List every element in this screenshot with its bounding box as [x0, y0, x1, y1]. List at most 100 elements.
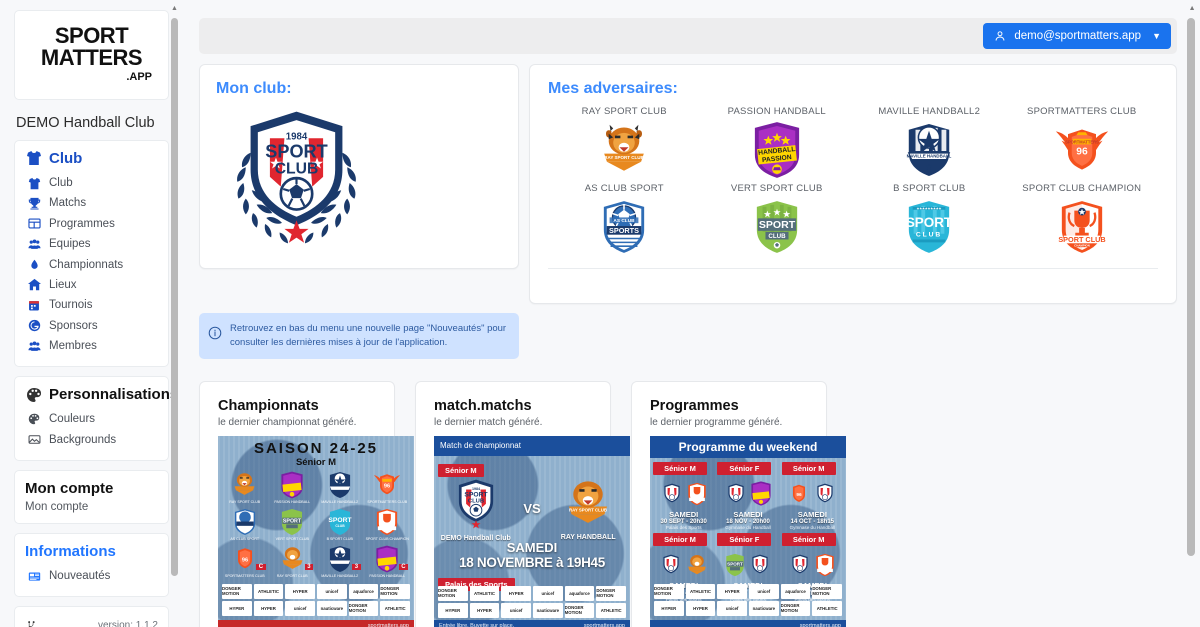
sponsor-logo: DONGER MOTION: [812, 583, 842, 599]
sponsor-logo: nauticware: [748, 600, 779, 616]
programme-game-logos: SPORT: [717, 548, 778, 582]
opponent-item[interactable]: SPORT CLUB CHAMPION SPORT CLUB CHAMPION: [1006, 183, 1159, 258]
sidebar-section-club: Club Club Matchs Programmes Equipes Cham…: [14, 139, 169, 368]
opponent-item[interactable]: RAY SPORT CLUB RAY SPORT CLUB: [548, 106, 701, 181]
sidebar-item-label: Club: [49, 177, 73, 190]
opponent-item[interactable]: VERT SPORT CLUB SPORT CLUB: [701, 183, 854, 258]
svg-text:CLUB: CLUB: [768, 233, 786, 240]
championnat-team-badge: 3: [352, 563, 361, 570]
sidebar-item-label: Tournois: [49, 299, 93, 312]
sidebar-item-matchs[interactable]: Matchs: [25, 193, 158, 213]
user-account-label: demo@sportmatters.app: [1014, 30, 1142, 42]
svg-text:96: 96: [242, 557, 248, 563]
sponsor-logo: HYPER: [222, 600, 252, 616]
sponsor-logo: ATHLETIC: [685, 583, 716, 599]
championnat-team: MAVILLE HANDBALL2: [316, 470, 364, 504]
main-scrollbar[interactable]: [1187, 18, 1195, 556]
sponsor-logo: DONGER MOTION: [380, 583, 410, 599]
opponent-name: PASSION HANDBALL: [727, 106, 826, 117]
sidebar-item-label: Couleurs: [49, 413, 96, 426]
info-alert: Retrouvez en bas du menu une nouvelle pa…: [199, 313, 519, 359]
opponent-item[interactable]: PASSION HANDBALL HANDBALL PASSION: [701, 106, 854, 181]
championnat-team-name: VERT SPORT CLUB: [275, 536, 309, 541]
sidebar-section-title-informations: Informations: [25, 543, 158, 560]
sidebar-item-label: Lieux: [49, 278, 77, 291]
sidebar-item-club[interactable]: Club: [25, 173, 158, 193]
app-logo-line3: .APP: [126, 70, 152, 83]
people-icon: [27, 237, 41, 251]
championnat-poster[interactable]: SAISON 24-25 Sénior M RAY SPORT CLUB PAS…: [218, 435, 414, 627]
sport-club-crest-icon: [817, 483, 833, 502]
chevron-down-icon: ▼: [1152, 31, 1161, 41]
opponents-grid: RAY SPORT CLUB RAY SPORT CLUB PASSION HA…: [548, 106, 1158, 258]
tiger-crest-icon: [687, 555, 706, 575]
sport-club-crest-icon: 1984 SPORT CLUB: [237, 111, 356, 244]
programme-game-venue: Gymnase du Handball: [725, 525, 771, 531]
green-sport-shield-icon: SPORT CLUB: [701, 196, 854, 258]
sponsor-grid: DONGER MOTION ATHLETIC HYPER unicef aqua…: [222, 583, 410, 616]
sponsor-logo: HYPER: [438, 602, 468, 618]
main-scroll-up-arrow[interactable]: ▲: [1189, 5, 1196, 12]
opponent-item[interactable]: B SPORT CLUB ★★★★★★★★★ SPORT CLUB: [853, 183, 1006, 258]
poster-footer-right: sportmatters.app: [583, 622, 625, 627]
sidebar-item-label: Equipes: [49, 238, 91, 251]
svg-text:SPORT: SPORT: [464, 491, 488, 498]
sidebar-item-membres[interactable]: Membres: [25, 336, 158, 356]
app-logo[interactable]: SPORT MATTERS .APP: [14, 10, 169, 100]
sidebar: SPORT MATTERS .APP DEMO Handball Club Cl…: [0, 0, 181, 627]
championnat-team-badge: 3: [304, 563, 313, 570]
table-icon: [27, 217, 41, 231]
trophy-icon: [27, 196, 41, 210]
sponsor-logo: aquaforce: [564, 585, 595, 601]
championnat-team-name: MAVILLE HANDBALL2: [321, 573, 359, 578]
svg-text:CHAMPION: CHAMPION: [1074, 244, 1090, 248]
sidebar-item-tournois[interactable]: Tournois: [25, 295, 158, 315]
people-icon: [27, 339, 41, 353]
sidebar-item-sponsors[interactable]: Sponsors: [25, 316, 158, 336]
sidebar-item-label: Matchs: [49, 197, 87, 210]
sidebar-section-title-mon-compte: Mon compte: [25, 480, 114, 497]
programme-game: Sénior F SAMEDI 18 NOV - 20h00 Gymnase d…: [717, 461, 778, 531]
user-account-button[interactable]: demo@sportmatters.app ▼: [983, 23, 1171, 49]
match-poster[interactable]: Match de championnat Sénior M 1984 SPORT…: [434, 435, 630, 627]
poster-footer-left: Entrée libre. Buvette sur place.: [439, 622, 515, 627]
sidebar-item-mon-compte[interactable]: Mon compte: [25, 501, 158, 513]
sidebar-item-championnats[interactable]: Championnats: [25, 254, 158, 274]
svg-text:CLUB: CLUB: [275, 160, 319, 177]
sidebar-item-couleurs[interactable]: Couleurs: [25, 409, 158, 429]
poster-footer: sportmatters.app: [655, 623, 841, 627]
palette-icon: [27, 412, 41, 426]
programme-heading: Programme du weekend: [650, 435, 846, 458]
svg-text:AS CLUB: AS CLUB: [614, 218, 636, 224]
matchs-panel: match.matchs le dernier match généré. Ma…: [415, 380, 630, 627]
programme-game-logos: [653, 548, 714, 582]
sidebar-item-nouveautes[interactable]: Nouveautés: [25, 566, 158, 586]
sport-club-crest-icon: [752, 554, 768, 574]
svg-text:SPORT: SPORT: [906, 215, 953, 230]
championnat-team-name: MAVILLE HANDBALL2: [321, 499, 359, 504]
sidebar-scroll-up-arrow[interactable]: ▲: [170, 5, 180, 12]
palette-icon: [25, 386, 42, 403]
sidebar-item-backgrounds[interactable]: Backgrounds: [25, 430, 158, 450]
match-away-team: RAY SPORT CLUB RAY HANDBALL: [552, 477, 624, 542]
opponent-item[interactable]: MAVILLE HANDBALL2 MAVILLE HANDBALL: [853, 106, 1006, 181]
sidebar-item-programmes[interactable]: Programmes: [25, 214, 158, 234]
opponent-item[interactable]: AS CLUB SPORT AS CLUB SPORTS: [548, 183, 701, 258]
orange-trophy-shield-icon: [816, 554, 835, 577]
opponent-item[interactable]: SPORTMATTERS CLUB SPORTMATTERS 96: [1006, 106, 1159, 181]
programme-game-logos: [782, 548, 843, 582]
programme-game-date: 14 OCT - 18h15: [790, 518, 834, 525]
sidebar-item-equipes[interactable]: Equipes: [25, 234, 158, 254]
sidebar-item-lieux[interactable]: Lieux: [25, 275, 158, 295]
sidebar-scrollbar[interactable]: [171, 18, 178, 576]
my-club-logo[interactable]: 1984 SPORT CLUB: [216, 102, 502, 247]
championnat-team: SPORT CLUB B SPORT CLUB: [316, 507, 364, 541]
championnats-panel: Championnats le dernier championnat géné…: [199, 380, 414, 627]
opponents-divider: [548, 268, 1158, 269]
programme-poster[interactable]: Programme du weekend Sénior M SAMEDI 30 …: [650, 435, 846, 627]
opponent-name: RAY SPORT CLUB: [581, 106, 667, 117]
purple-shield-icon: [751, 481, 771, 506]
programme-game-date: 18 NOV - 20h00: [726, 518, 770, 525]
sponsor-logo: nauticware: [316, 600, 347, 616]
my-club-title: Mon club:: [216, 80, 292, 97]
